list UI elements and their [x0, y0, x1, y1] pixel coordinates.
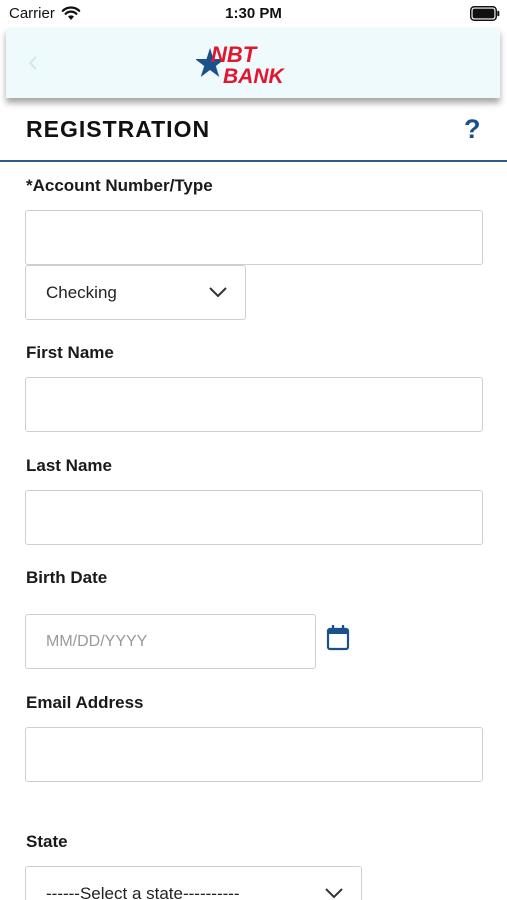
page-title: REGISTRATION — [26, 116, 211, 142]
account-type-select[interactable]: Checking — [25, 265, 246, 320]
nbt-bank-logo: NBT BANK — [196, 42, 285, 88]
app-header: NBT BANK — [6, 28, 500, 98]
state-select-value: ------Select a state---------- — [46, 884, 240, 900]
state-label: State — [26, 832, 68, 851]
chevron-down-icon — [209, 287, 227, 298]
battery-icon — [470, 6, 500, 21]
logo-bank: BANK — [223, 65, 285, 88]
title-row: REGISTRATION ? — [0, 100, 507, 162]
account-number-label: *Account Number/Type — [26, 176, 213, 195]
state-select[interactable]: ------Select a state---------- — [25, 866, 362, 900]
back-chevron-icon[interactable] — [28, 56, 38, 70]
account-number-input[interactable] — [25, 210, 483, 265]
clock: 1:30 PM — [225, 5, 282, 22]
email-label: Email Address — [26, 693, 144, 712]
birth-date-input[interactable] — [25, 614, 316, 669]
chevron-down-icon — [325, 888, 343, 899]
account-type-value: Checking — [46, 283, 117, 302]
logo-nbt: NBT — [211, 42, 258, 67]
first-name-label: First Name — [26, 343, 114, 362]
last-name-label: Last Name — [26, 456, 112, 475]
status-bar: Carrier 1:30 PM — [0, 0, 507, 28]
help-icon[interactable]: ? — [464, 114, 481, 145]
email-input[interactable] — [25, 727, 483, 782]
last-name-input[interactable] — [25, 490, 483, 545]
birth-date-label: Birth Date — [26, 568, 108, 587]
calendar-icon[interactable] — [326, 625, 350, 651]
first-name-input[interactable] — [25, 377, 483, 432]
